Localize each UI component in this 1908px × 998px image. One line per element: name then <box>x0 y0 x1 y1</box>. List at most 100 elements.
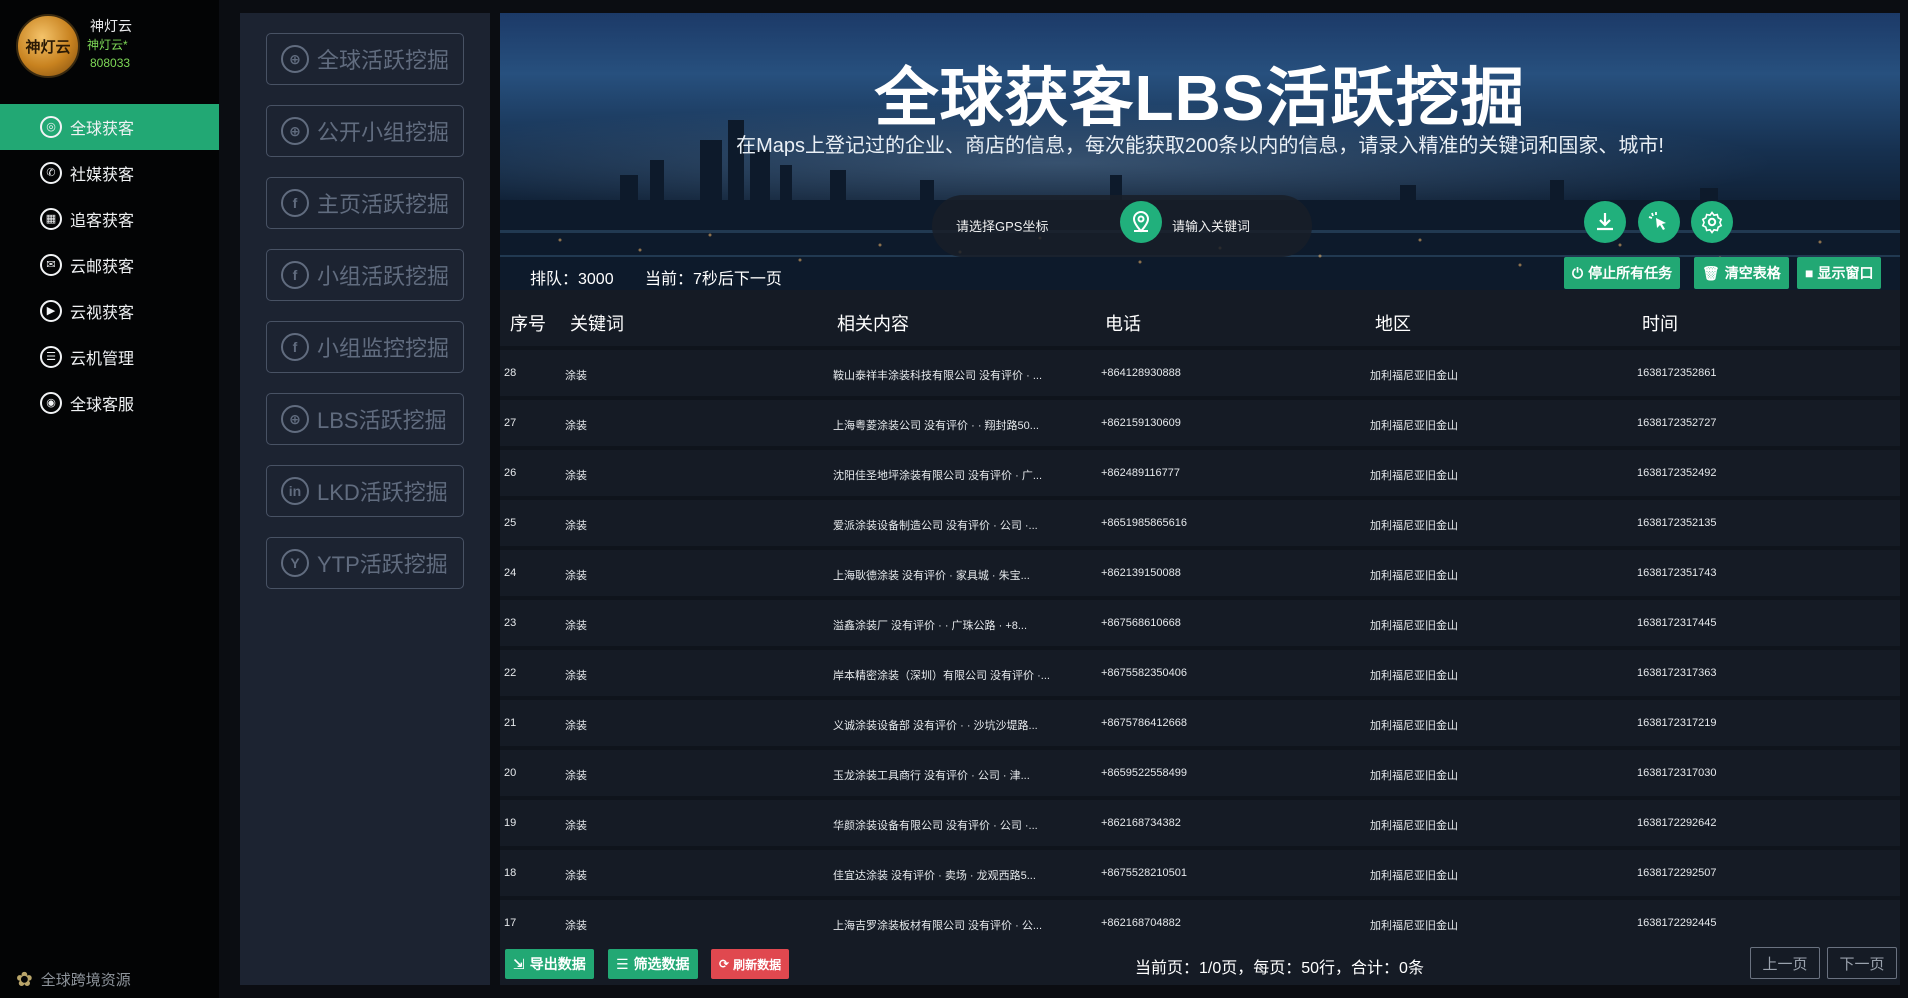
globe-icon: ⊕ <box>281 405 309 433</box>
column-header[interactable]: 电话 <box>1105 310 1141 336</box>
module-button-4[interactable]: f 小组监控挖掘 <box>266 321 464 373</box>
table-cell: 21 <box>504 717 517 729</box>
pagination-info: 当前页：1/0页，每页：50行，合计：0条 <box>1135 960 1424 977</box>
table-cell: 加利福尼亚旧金山 <box>1370 720 1458 732</box>
download-button[interactable] <box>1584 201 1626 243</box>
clear-table-label: 清空表格 <box>1724 265 1781 281</box>
prev-page-button[interactable]: 上一页 <box>1750 947 1820 979</box>
stop-all-label: 停止所有任务 <box>1588 265 1673 281</box>
sidebar-item-3[interactable]: ✉ 云邮获客 <box>0 242 219 288</box>
brand-subtitle: 神灯云* <box>87 38 128 52</box>
location-pin-button[interactable] <box>1120 201 1162 243</box>
table-cell: 25 <box>504 517 517 529</box>
sidebar-item-0[interactable]: ◎ 全球获客 <box>0 104 219 150</box>
brand-block: 神灯云 神灯云 神灯云* 808033 <box>12 12 212 90</box>
table-cell: 上海耿德涂装 没有评价 · 家具城 · 朱宝... <box>833 570 1030 582</box>
table-cell: 上海吉罗涂装板材有限公司 没有评价 · 公... <box>833 920 1042 932</box>
column-header[interactable]: 时间 <box>1642 310 1678 336</box>
table-body: 28 涂装 鞍山泰祥丰涂装科技有限公司 没有评价 · ... +86412893088… <box>500 346 1900 946</box>
phone-icon: ☰ <box>40 346 62 368</box>
table-cell: 1638172351743 <box>1637 567 1717 579</box>
pointer-click-icon <box>1648 212 1666 230</box>
table-row[interactable]: 24 涂装 上海耿德涂装 没有评价 · 家具城 · 朱宝... +8621391500… <box>500 546 1900 596</box>
gear-icon <box>1701 211 1723 234</box>
table-row[interactable]: 27 涂装 上海粤菱涂装公司 没有评价 · · 翔封路50... +862159130… <box>500 396 1900 446</box>
table-row[interactable]: 20 涂装 玉龙涂装工具商行 没有评价 · 公司 · 津... +8659522558… <box>500 746 1900 796</box>
sidebar: 神灯云 神灯云 神灯云* 808033 ◎ 全球获客 ✆ 社媒获客 ▦ 追客获客 ✉ 云邮获客… <box>0 0 219 998</box>
gps-input[interactable] <box>956 211 1096 241</box>
module-button-3[interactable]: f 小组活跃挖掘 <box>266 249 464 301</box>
module-label: 全球活跃挖掘 <box>317 48 450 73</box>
sidebar-item-1[interactable]: ✆ 社媒获客 <box>0 150 219 196</box>
table-cell: 华颜涂装设备有限公司 没有评价 · 公司 ·... <box>833 820 1038 832</box>
table-cell: 22 <box>504 667 517 679</box>
table-cell: 涂装 <box>565 720 587 732</box>
table-cell: 1638172317219 <box>1637 717 1717 729</box>
table-cell: 加利福尼亚旧金山 <box>1370 470 1458 482</box>
linkedin-icon: in <box>281 477 309 505</box>
stop-all-tasks-button[interactable]: ⏻ 停止所有任务 <box>1564 257 1681 289</box>
table-cell: 加利福尼亚旧金山 <box>1370 620 1458 632</box>
window-icon: ■ <box>1805 265 1814 281</box>
table-row[interactable]: 26 涂装 沈阳佳圣地坪涂装有限公司 没有评价 · 广... +86248911677… <box>500 446 1900 496</box>
flower-icon: ✿ <box>16 968 33 991</box>
export-data-button[interactable]: ⇲ 导出数据 <box>505 949 594 979</box>
clear-table-button[interactable]: 🗑 清空表格 <box>1694 257 1789 289</box>
refresh-icon: ⟳ <box>719 957 730 971</box>
filter-data-button[interactable]: ☰ 筛选数据 <box>608 949 698 979</box>
module-button-7[interactable]: Y YTP活跃挖掘 <box>266 537 464 589</box>
table-cell: 涂装 <box>565 820 587 832</box>
column-header[interactable]: 序号 <box>510 310 546 336</box>
table-row[interactable]: 21 涂装 义诚涂装设备部 没有评价 · · 沙坑沙堤路... +8675786412… <box>500 696 1900 746</box>
trash-icon: 🗑 <box>1702 264 1720 281</box>
column-header[interactable]: 地区 <box>1375 310 1411 336</box>
sidebar-item-2[interactable]: ▦ 追客获客 <box>0 196 219 242</box>
logo-text: 神灯云 <box>25 38 71 56</box>
column-header[interactable]: 关键词 <box>570 310 624 336</box>
table-row[interactable]: 22 涂装 岸本精密涂装（深圳）有限公司 没有评价 ·... +86755823504… <box>500 646 1900 696</box>
table-cell: 24 <box>504 567 517 579</box>
module-label: 公开小组挖掘 <box>317 120 450 145</box>
sidebar-item-5[interactable]: ☰ 云机管理 <box>0 334 219 380</box>
column-header[interactable]: 相关内容 <box>837 310 909 336</box>
click-pointer-button[interactable] <box>1638 201 1680 243</box>
table-cell: 1638172292445 <box>1637 917 1717 929</box>
settings-button[interactable] <box>1691 201 1733 243</box>
sidebar-item-label: 全球客服 <box>70 397 135 414</box>
table-row[interactable]: 18 涂装 佳宜达涂装 没有评价 · 卖场 · 龙观西路5... +867552821… <box>500 846 1900 896</box>
table-cell: 涂装 <box>565 420 587 432</box>
table-cell: 28 <box>504 367 517 379</box>
download-icon <box>1597 213 1613 231</box>
table-cell: +862489116777 <box>1101 467 1181 479</box>
sidebar-item-6[interactable]: ◉ 全球客服 <box>0 380 219 426</box>
facebook-icon: f <box>281 333 309 361</box>
table-cell: 涂装 <box>565 870 587 882</box>
module-label: 主页活跃挖掘 <box>317 192 450 217</box>
table-cell: 1638172352861 <box>1637 367 1717 379</box>
show-window-button[interactable]: ■ 显示窗口 <box>1797 257 1882 289</box>
table-cell: 1638172352492 <box>1637 467 1717 479</box>
grid-icon: ▦ <box>40 208 62 230</box>
facebook-icon: f <box>281 189 309 217</box>
sidebar-item-4[interactable]: ▶ 云视获客 <box>0 288 219 334</box>
module-label: 小组活跃挖掘 <box>317 264 450 289</box>
sidebar-item-label: 追客获客 <box>70 213 135 230</box>
next-page-button[interactable]: 下一页 <box>1827 947 1897 979</box>
table-row[interactable]: 25 涂装 爱派涂装设备制造公司 没有评价 · 公司 ·... +8651985865… <box>500 496 1900 546</box>
table-cell: 加利福尼亚旧金山 <box>1370 870 1458 882</box>
sidebar-footer[interactable]: ✿ 全球跨境资源 <box>0 960 219 998</box>
module-button-1[interactable]: ⊕ 公开小组挖掘 <box>266 105 464 157</box>
module-label: LBS活跃挖掘 <box>317 408 447 433</box>
table-cell: 27 <box>504 417 517 429</box>
module-button-6[interactable]: in LKD活跃挖掘 <box>266 465 464 517</box>
table-row[interactable]: 17 涂装 上海吉罗涂装板材有限公司 没有评价 · 公... +86216870488… <box>500 896 1900 946</box>
module-button-5[interactable]: ⊕ LBS活跃挖掘 <box>266 393 464 445</box>
keyword-input[interactable] <box>1172 211 1312 241</box>
refresh-data-button[interactable]: ⟳ 刷新数据 <box>711 949 790 979</box>
table-row[interactable]: 28 涂装 鞍山泰祥丰涂装科技有限公司 没有评价 · ... +86412893088… <box>500 346 1900 396</box>
table-cell: 加利福尼亚旧金山 <box>1370 420 1458 432</box>
module-button-2[interactable]: f 主页活跃挖掘 <box>266 177 464 229</box>
module-button-0[interactable]: ⊕ 全球活跃挖掘 <box>266 33 464 85</box>
table-row[interactable]: 23 涂装 溢鑫涂装厂 没有评价 · · 广珠公路 · +8... +86756861… <box>500 596 1900 646</box>
table-row[interactable]: 19 涂装 华颜涂装设备有限公司 没有评价 · 公司 ·... +8621687343… <box>500 796 1900 846</box>
